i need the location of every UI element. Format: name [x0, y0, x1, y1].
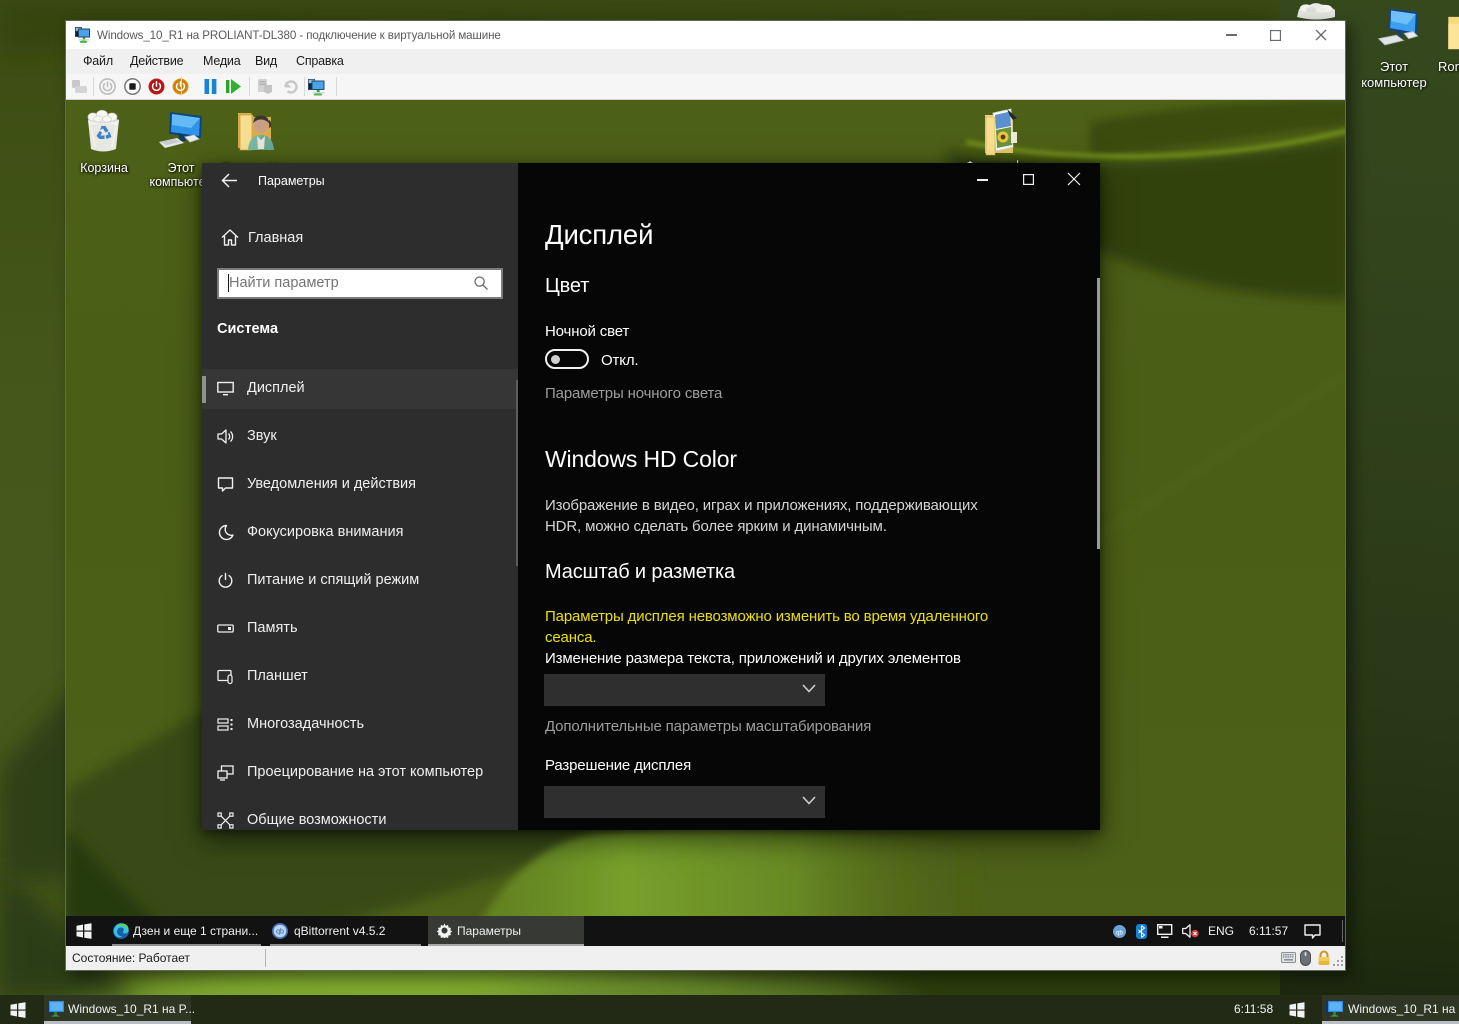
svg-text:qb: qb	[276, 929, 284, 936]
svg-text:qb: qb	[1116, 930, 1123, 936]
